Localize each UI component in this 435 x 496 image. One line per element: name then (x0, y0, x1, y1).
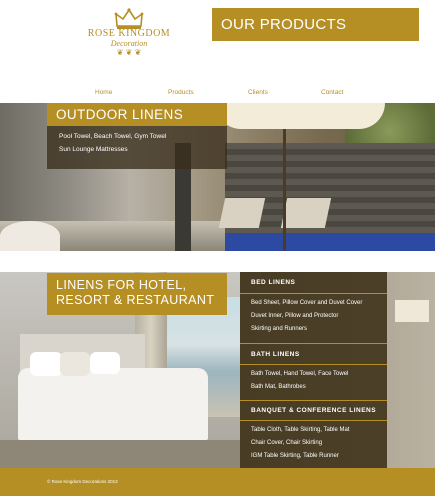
outdoor-list-panel: Pool Towel, Beach Towel, Gym Towel Sun L… (47, 126, 227, 169)
outdoor-item: Pool Towel, Beach Towel, Gym Towel (59, 133, 167, 140)
room-floor (0, 440, 240, 468)
bed-linens-heading: BED LINENS (251, 279, 296, 286)
brand-subtitle: Decoration (110, 39, 148, 48)
nav-products[interactable]: Products (168, 89, 194, 96)
bath-linens-heading: BATH LINENS (251, 351, 300, 358)
nav-home[interactable]: Home (95, 89, 112, 96)
pillow (90, 352, 120, 374)
hotel-list-panel: BED LINENS Bed Sheet, Pillow Cover and D… (240, 272, 387, 468)
outdoor-item: Sun Lounge Mattresses (59, 146, 128, 153)
page-title-banner: OUR PRODUCTS (212, 8, 419, 41)
crown-icon (114, 8, 144, 29)
bed-linens-item: Skirting and Runners (251, 326, 308, 332)
pool-water (225, 233, 435, 251)
banquet-linens-item: IGM Table Skirting, Table Runner (251, 453, 339, 459)
divider (240, 400, 387, 401)
bed (18, 368, 208, 440)
divider (240, 293, 387, 294)
hotel-title-banner: LINENS FOR HOTEL, RESORT & RESTAURANT (47, 273, 227, 315)
outdoor-title: OUTDOOR LINENS (56, 107, 184, 122)
divider (240, 420, 387, 421)
hotel-title-line: LINENS FOR HOTEL, (56, 278, 187, 292)
banquet-linens-item: Chair Cover, Chair Skirting (251, 440, 323, 446)
page-title: OUR PRODUCTS (221, 16, 347, 33)
banquet-linens-heading: BANQUET & CONFERENCE LINENS (251, 407, 377, 414)
divider (240, 343, 387, 344)
bed-linens-item: Duvet Inner, Pillow and Protector (251, 313, 339, 319)
sun-lounger (280, 198, 332, 228)
umbrella-canopy (215, 103, 385, 129)
nav-clients[interactable]: Clients (248, 89, 268, 96)
bath-linens-item: Bath Mat, Bathrobes (251, 384, 306, 390)
hotel-title-line: RESORT & RESTAURANT (56, 293, 215, 307)
main-nav: Home Products Clients Contact (0, 89, 435, 99)
brand-name: ROSE KINGDOM (87, 28, 171, 39)
banquet-linens-item: Table Cloth, Table Skirting, Table Mat (251, 427, 350, 433)
pillow (30, 352, 62, 376)
outdoor-title-banner: OUTDOOR LINENS (47, 103, 227, 126)
bathtub (0, 221, 60, 251)
brand-logo[interactable]: ROSE KINGDOM Decoration ❦ ❦ ❦ (84, 6, 174, 66)
pillow (60, 352, 90, 376)
nav-contact[interactable]: Contact (321, 89, 343, 96)
copyright-text: © Rose Kingdom Decorations 2013 (47, 479, 118, 484)
sun-lounger (218, 198, 266, 228)
bath-linens-item: Bath Towel, Hand Towel, Face Towel (251, 371, 349, 377)
umbrella-pole (283, 123, 286, 251)
brand-ornament: ❦ ❦ ❦ (116, 48, 142, 57)
divider (240, 364, 387, 365)
footer: © Rose Kingdom Decorations 2013 (0, 468, 435, 496)
lamp (395, 300, 429, 322)
bed-linens-item: Bed Sheet, Pillow Cover and Duvet Cover (251, 300, 363, 306)
